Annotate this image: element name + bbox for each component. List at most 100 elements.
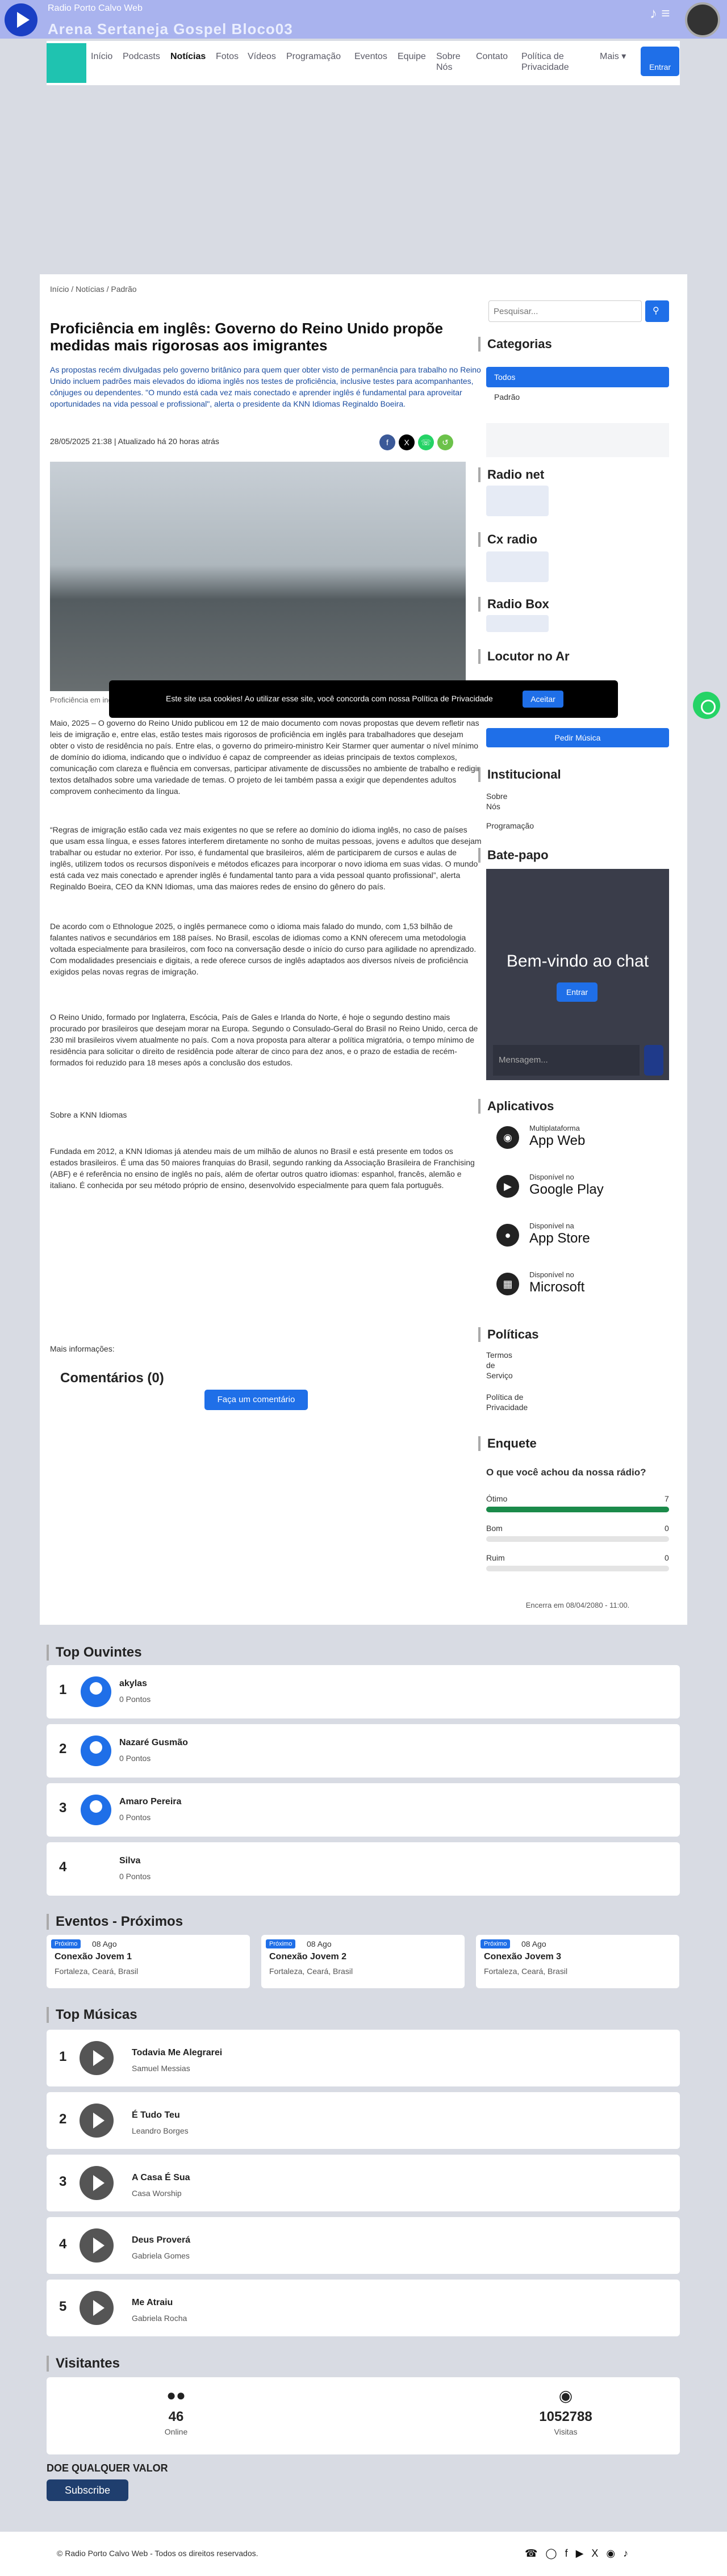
nav-fotos[interactable]: Fotos bbox=[216, 51, 239, 62]
link-termos[interactable]: Termos de Serviço bbox=[486, 1350, 520, 1381]
song-rank: 3 bbox=[59, 2174, 67, 2189]
rank-number: 3 bbox=[59, 1800, 67, 1816]
poll-option-value: 0 bbox=[665, 1553, 669, 1562]
main-navbar: Início Podcasts Notícias Fotos Vídeos Pr… bbox=[47, 41, 680, 85]
listeners-heading: Top Ouvintes bbox=[47, 1645, 142, 1661]
nav-contato[interactable]: Contato bbox=[476, 51, 508, 62]
app-small-label: Disponível na bbox=[529, 1222, 574, 1230]
listener-points: 0 Pontos bbox=[119, 1695, 151, 1704]
song-card: 2 É Tudo Teu Leandro Borges bbox=[47, 2092, 680, 2149]
poll-option-label[interactable]: Ruim bbox=[486, 1553, 505, 1562]
nav-videos[interactable]: Vídeos bbox=[248, 51, 276, 62]
link-sobre[interactable]: Sobre Nós bbox=[486, 791, 509, 812]
radiobox-badge[interactable] bbox=[486, 615, 549, 632]
radio-player-bar: Radio Porto Calvo Web Arena Sertaneja Go… bbox=[0, 0, 727, 39]
microsoft-link[interactable]: ▦ Disponível no Microsoft bbox=[486, 1261, 669, 1307]
nav-inicio[interactable]: Início bbox=[91, 51, 112, 62]
listener-name: Silva bbox=[119, 1856, 141, 1866]
song-artist: Gabriela Gomes bbox=[132, 2251, 190, 2260]
app-small-label: Disponível no bbox=[529, 1270, 574, 1279]
play-icon[interactable] bbox=[80, 2291, 114, 2325]
song-title: Me Atraiu bbox=[132, 2298, 173, 2307]
share-icon[interactable]: ↺ bbox=[437, 434, 453, 450]
search-button[interactable]: ⚲ bbox=[645, 300, 669, 322]
listener-points: 0 Pontos bbox=[119, 1754, 151, 1763]
social-icons[interactable]: ☎◯f▶X◉♪ bbox=[525, 2548, 636, 2560]
poll-option-label[interactable]: Bom bbox=[486, 1524, 503, 1533]
breadcrumb-inicio[interactable]: Início bbox=[50, 285, 69, 294]
play-icon[interactable] bbox=[80, 2166, 114, 2200]
event-name: Conexão Jovem 3 bbox=[484, 1952, 562, 1962]
chevron-down-icon: ▾ bbox=[621, 52, 626, 61]
breadcrumb-noticias[interactable]: Notícias bbox=[76, 285, 105, 294]
apple-icon: ● bbox=[496, 1224, 519, 1247]
breadcrumb-padrao: Padrão bbox=[111, 285, 137, 294]
song-artist: Samuel Messias bbox=[132, 2064, 190, 2073]
nav-eventos[interactable]: Eventos bbox=[354, 51, 387, 62]
event-card[interactable]: Próximo 08 Ago Conexão Jovem 1 Fortaleza… bbox=[47, 1935, 250, 1988]
play-button[interactable] bbox=[5, 3, 37, 36]
visitors-heading: Visitantes bbox=[47, 2356, 120, 2372]
nav-sobre[interactable]: Sobre Nós bbox=[436, 51, 470, 73]
play-icon[interactable] bbox=[80, 2041, 114, 2075]
song-rank: 5 bbox=[59, 2299, 67, 2314]
chat-enter-button[interactable]: Entrar bbox=[557, 982, 598, 1002]
nav-privacidade[interactable]: Política de Privacidade bbox=[521, 51, 584, 73]
visits-count: 1052788 bbox=[539, 2409, 592, 2424]
nav-mais[interactable]: Mais ▾ bbox=[600, 51, 626, 62]
event-card[interactable]: Próximo 08 Ago Conexão Jovem 3 Fortaleza… bbox=[476, 1935, 679, 1988]
listener-name: akylas bbox=[119, 1679, 147, 1688]
app-web-link[interactable]: ◉ Multiplataforma App Web bbox=[486, 1115, 669, 1160]
request-song-button[interactable]: Pedir Música bbox=[486, 728, 669, 747]
facebook-share-icon[interactable]: f bbox=[379, 434, 395, 450]
listener-card: 1 akylas 0 Pontos bbox=[47, 1665, 680, 1718]
article-paragraph: De acordo com o Ethnologue 2025, o inglê… bbox=[50, 922, 477, 976]
google-play-link[interactable]: ▶ Disponível no Google Play bbox=[486, 1164, 669, 1209]
cookie-accept-button[interactable]: Aceitar bbox=[523, 691, 563, 708]
chat-message-input[interactable]: Mensagem... bbox=[493, 1045, 640, 1076]
article-photo bbox=[50, 462, 466, 691]
rank-number: 1 bbox=[59, 1682, 67, 1697]
listener-name: Amaro Pereira bbox=[119, 1797, 182, 1806]
online-count: 46 bbox=[168, 2409, 184, 2424]
category-padrao[interactable]: Padrão bbox=[494, 392, 520, 402]
x-share-icon[interactable]: X bbox=[399, 434, 415, 450]
radionet-heading: Radio net bbox=[478, 467, 544, 482]
subscribe-button[interactable]: Subscribe bbox=[47, 2479, 128, 2501]
music-heading: Top Músicas bbox=[47, 2007, 137, 2023]
link-privacidade[interactable]: Política de Privacidade bbox=[486, 1392, 537, 1412]
category-todos[interactable]: Todos bbox=[486, 367, 669, 387]
search-input[interactable] bbox=[488, 300, 642, 322]
donate-text: DOE QUALQUER VALOR bbox=[47, 2462, 168, 2474]
song-card: 3 A Casa É Sua Casa Worship bbox=[47, 2155, 680, 2211]
app-big-label: Microsoft bbox=[529, 1279, 585, 1295]
globe-icon: ◉ bbox=[558, 2387, 573, 2404]
song-card: 1 Todavia Me Alegrarei Samuel Messias bbox=[47, 2030, 680, 2086]
search-icon: ⚲ bbox=[653, 306, 659, 316]
cxradio-badge[interactable] bbox=[486, 551, 549, 582]
institucional-heading: Institucional bbox=[478, 767, 561, 782]
nav-programacao[interactable]: Programação bbox=[286, 51, 341, 62]
app-store-link[interactable]: ● Disponível na App Store bbox=[486, 1212, 669, 1258]
rank-number: 4 bbox=[59, 1859, 67, 1875]
enter-button[interactable]: Entrar bbox=[641, 47, 679, 76]
site-logo[interactable] bbox=[47, 43, 86, 83]
song-artist: Leandro Borges bbox=[132, 2126, 189, 2135]
nav-equipe[interactable]: Equipe bbox=[398, 51, 426, 62]
nav-noticias[interactable]: Notícias bbox=[170, 51, 206, 62]
send-icon[interactable] bbox=[644, 1045, 663, 1076]
song-title: Todavia Me Alegrarei bbox=[132, 2048, 223, 2058]
recarga-banner[interactable] bbox=[486, 423, 669, 457]
volume-icon[interactable]: ♪ ≡ bbox=[650, 5, 670, 22]
nav-podcasts[interactable]: Podcasts bbox=[123, 51, 160, 62]
link-programacao[interactable]: Programação bbox=[486, 821, 534, 831]
comment-button[interactable]: Faça um comentário bbox=[204, 1390, 308, 1410]
event-card[interactable]: Próximo 08 Ago Conexão Jovem 2 Fortaleza… bbox=[261, 1935, 465, 1988]
whatsapp-icon[interactable] bbox=[693, 692, 720, 719]
whatsapp-share-icon[interactable]: ☏ bbox=[418, 434, 434, 450]
play-icon[interactable] bbox=[80, 2104, 114, 2138]
poll-option-label[interactable]: Ótimo bbox=[486, 1494, 507, 1503]
radionet-badge[interactable] bbox=[486, 486, 549, 516]
event-name: Conexão Jovem 2 bbox=[269, 1952, 347, 1962]
play-icon[interactable] bbox=[80, 2228, 114, 2263]
